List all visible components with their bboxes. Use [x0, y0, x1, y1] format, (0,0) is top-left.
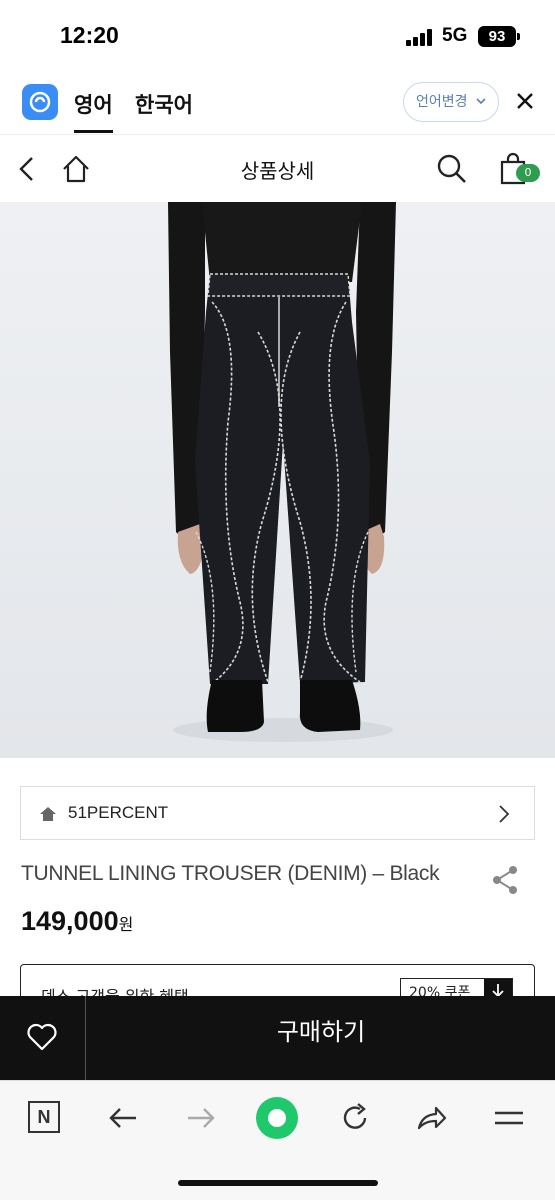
buy-button[interactable]: 구매하기	[87, 996, 555, 1080]
brand-link-row[interactable]: 51PERCENT	[20, 786, 535, 840]
product-price: 149,000원	[21, 906, 133, 937]
chevron-down-icon	[476, 83, 486, 136]
signal-icon	[406, 29, 434, 46]
share-arrow-icon[interactable]	[414, 1101, 448, 1135]
product-photo-illustration	[0, 202, 555, 758]
naver-home-icon[interactable]: N	[28, 1101, 60, 1133]
menu-icon[interactable]	[492, 1101, 526, 1135]
product-image[interactable]	[0, 202, 555, 758]
refresh-icon[interactable]	[338, 1101, 372, 1135]
page-title: 상품상세	[240, 159, 315, 183]
tab-english[interactable]: 영어	[74, 89, 113, 133]
brand-name: 51PERCENT	[68, 803, 169, 822]
price-value: 149,000	[21, 906, 119, 936]
share-icon[interactable]	[490, 864, 520, 896]
back-arrow-icon[interactable]	[106, 1101, 140, 1135]
cart-count-badge: 0	[516, 164, 540, 182]
tab-korean[interactable]: 한국어	[135, 89, 193, 119]
price-currency: 원	[118, 917, 134, 934]
chevron-right-icon	[499, 805, 510, 823]
purchase-bar: 구매하기	[0, 996, 555, 1080]
heart-icon	[27, 1023, 57, 1051]
close-icon[interactable]	[514, 90, 536, 112]
page-header: 상품상세	[0, 134, 555, 202]
search-icon[interactable]	[436, 153, 468, 185]
language-change-label: 언어변경	[416, 94, 468, 110]
language-change-button[interactable]: 언어변경	[403, 82, 499, 122]
language-bar: 영어 한국어 언어변경	[0, 72, 555, 134]
brand-home-icon	[40, 807, 56, 821]
home-indicator	[178, 1180, 378, 1186]
status-time: 12:20	[60, 22, 119, 48]
battery-icon: 93	[478, 26, 520, 47]
forward-arrow-icon[interactable]	[184, 1101, 218, 1135]
product-name: TUNNEL LINING TROUSER (DENIM) – Black	[21, 862, 440, 885]
status-bar: 12:20 5G 93	[0, 0, 555, 72]
wishlist-button[interactable]	[0, 996, 86, 1080]
app-logo-icon	[22, 84, 58, 120]
network-type: 5G	[442, 25, 468, 46]
green-dot-icon[interactable]	[256, 1097, 298, 1139]
